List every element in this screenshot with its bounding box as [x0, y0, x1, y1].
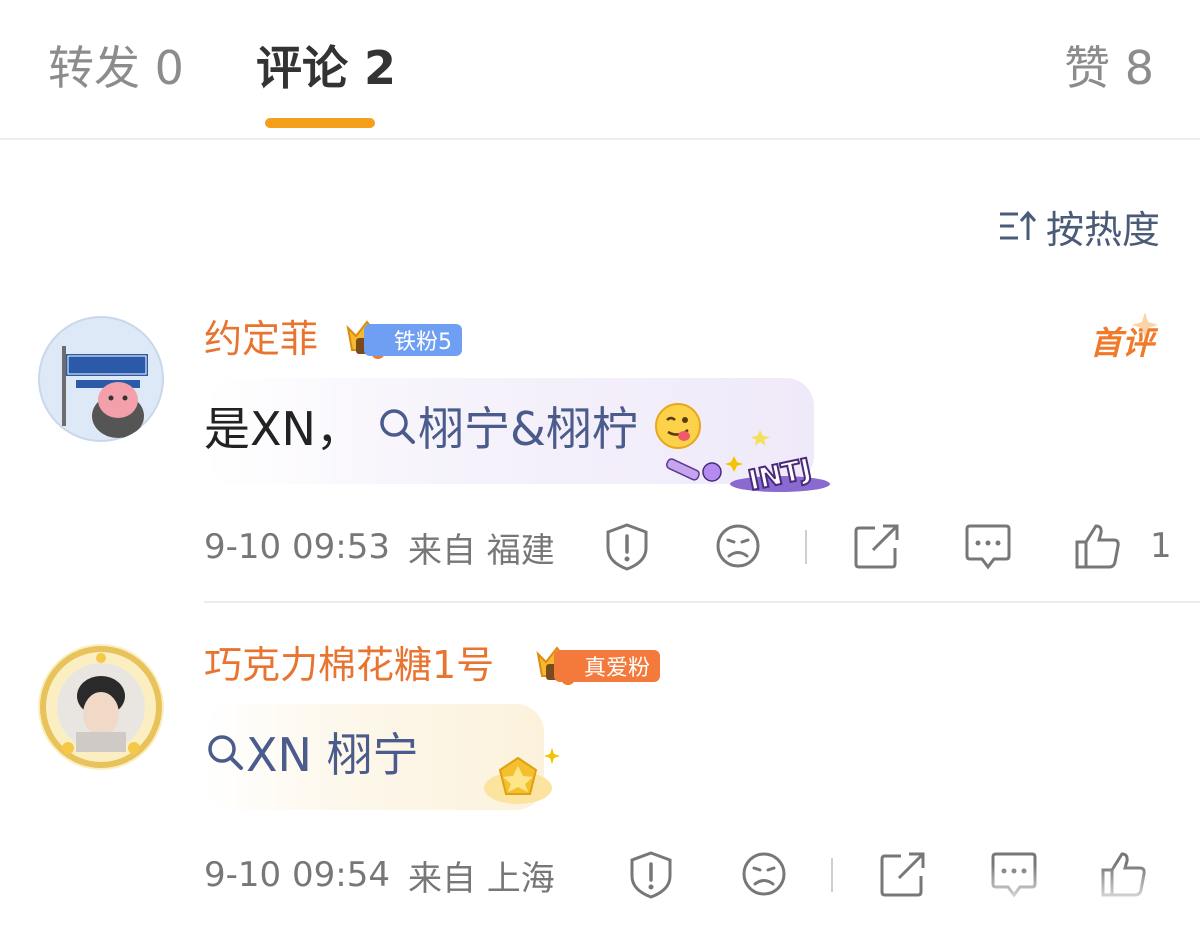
tab-likes[interactable]: 赞 8: [1064, 38, 1154, 98]
topic-search-link[interactable]: XN 栩宁: [204, 719, 419, 785]
username[interactable]: 约定菲: [204, 314, 318, 364]
location: 来自 福建: [407, 530, 555, 571]
star-badge-sticker-icon: [484, 748, 560, 804]
comment-text-prefix: 是XN，: [204, 402, 362, 456]
comment-separator: [204, 601, 1200, 603]
topic-link-text: 栩宁&栩柠: [417, 402, 638, 456]
sort-button[interactable]: 按热度: [998, 198, 1160, 254]
topic-search-link[interactable]: 栩宁&栩柠: [376, 393, 638, 459]
timestamp: 9-10 09:54: [204, 855, 390, 895]
share-button[interactable]: [853, 522, 901, 570]
comment-item: 巧克力棉花糖1号 6 真爱粉 XN 栩宁 9-10 09:54 来自 上海: [0, 604, 1200, 932]
share-icon: [854, 524, 899, 569]
comment-meta: 9-10 09:53 来自 福建: [204, 522, 555, 572]
comment-bubble-icon: [965, 524, 1011, 570]
tab-comments[interactable]: 评论 2: [256, 38, 396, 98]
timestamp: 9-10 09:53: [204, 527, 390, 567]
share-icon: [880, 852, 925, 897]
avatar[interactable]: [38, 644, 164, 770]
fan-badge[interactable]: 6 真爱粉: [532, 646, 661, 685]
topic-link-text: XN 栩宁: [246, 728, 419, 782]
action-divider: [831, 858, 833, 892]
search-icon: [380, 409, 415, 444]
report-shield-icon: [606, 523, 648, 571]
comment-text: 是XN， 栩宁&栩柠: [204, 396, 702, 456]
report-shield-icon: [630, 851, 672, 899]
report-button[interactable]: [628, 850, 674, 900]
dislike-button[interactable]: [714, 522, 762, 570]
location: 来自 上海: [407, 858, 555, 899]
share-button[interactable]: [879, 850, 927, 898]
sad-face-icon: [716, 524, 760, 568]
sparkle-icon: [1132, 312, 1158, 338]
sort-icon: [999, 210, 1037, 240]
like-count: 1: [1150, 526, 1172, 566]
comment-text: XN 栩宁: [204, 722, 419, 782]
tab-repost[interactable]: 转发 0: [48, 38, 184, 98]
search-icon: [208, 735, 243, 770]
sad-face-icon: [742, 852, 786, 896]
username[interactable]: 巧克力棉花糖1号: [204, 640, 494, 690]
active-tab-indicator: [265, 118, 375, 128]
thumbs-up-icon: [1075, 524, 1120, 569]
action-divider: [805, 530, 807, 564]
fan-badge-label: 真爱粉: [554, 650, 661, 682]
fan-badge[interactable]: 5 铁粉5: [342, 320, 462, 359]
bottom-fade-overlay: [960, 864, 1200, 932]
sort-label: 按热度: [1045, 207, 1160, 252]
avatar[interactable]: [38, 316, 164, 442]
like-button[interactable]: 1: [1074, 522, 1172, 570]
intj-sticker-icon: INTJ: [665, 430, 830, 496]
report-button[interactable]: [604, 522, 650, 572]
fan-badge-label: 铁粉5: [364, 324, 462, 356]
tab-bar: 转发 0 评论 2 赞 8: [0, 0, 1200, 140]
reply-button[interactable]: [964, 522, 1012, 572]
comment-meta: 9-10 09:54 来自 上海: [204, 850, 555, 900]
comment-item: 约定菲 5 铁粉5 首评 是XN， 栩宁&栩柠: [0, 300, 1200, 603]
dislike-button[interactable]: [740, 850, 788, 898]
